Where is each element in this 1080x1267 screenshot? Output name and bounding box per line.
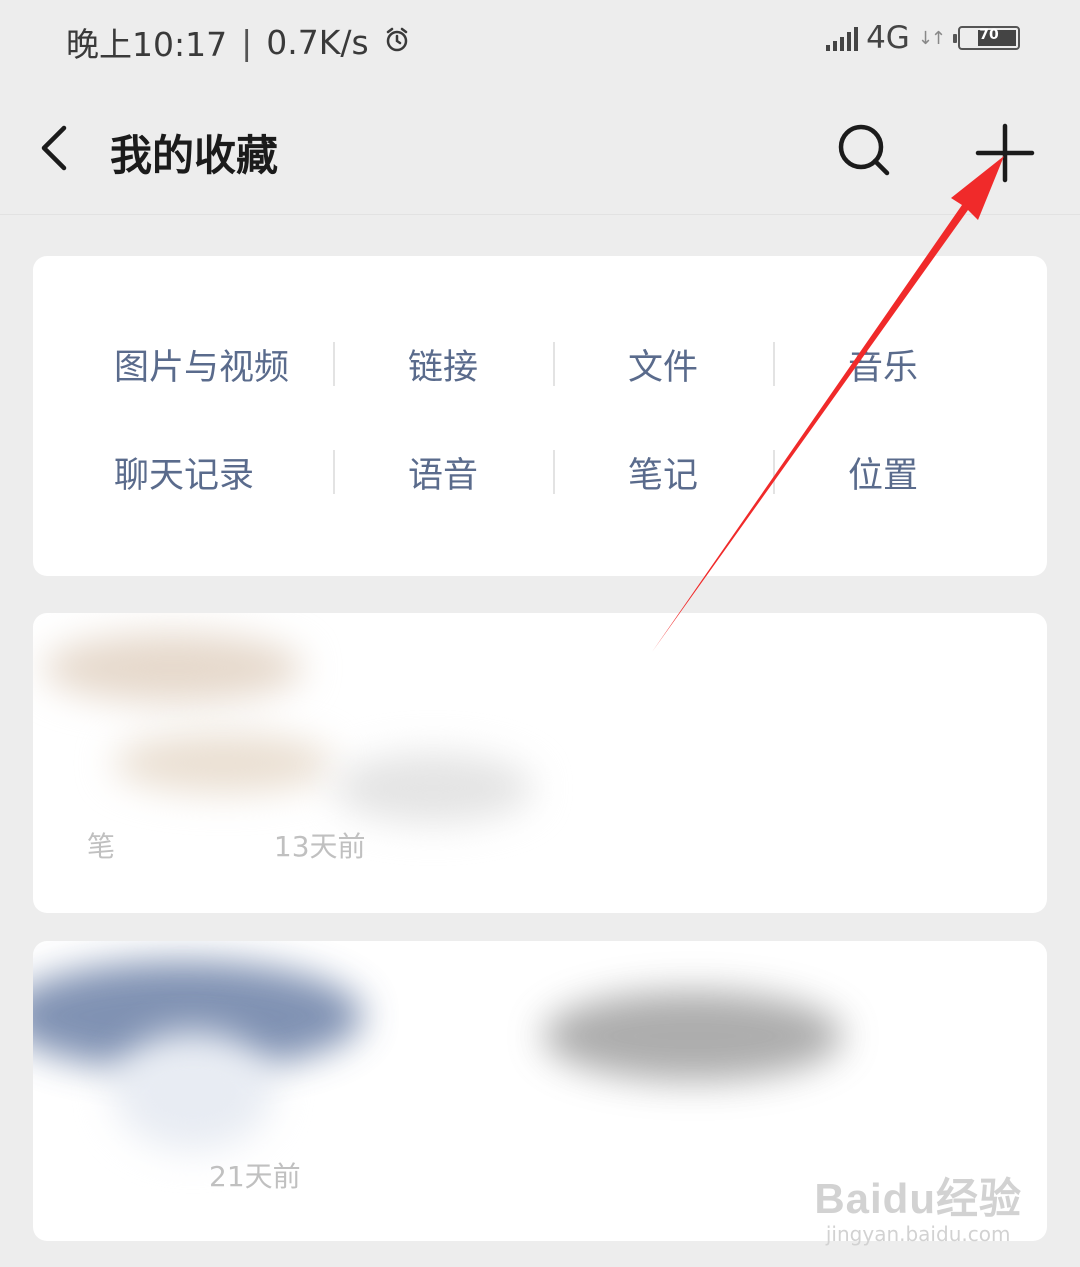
top-nav-bar: 我的收藏 [0,82,1080,215]
category-notes[interactable]: 笔记 [553,442,773,502]
item-time: 13天前 [273,830,366,863]
alarm-clock-icon [383,23,411,62]
battery-icon: 70 [953,26,1020,50]
blurred-content [333,753,533,823]
data-transfer-icon: ↓↑ [917,27,946,49]
search-button[interactable] [834,120,894,180]
back-button[interactable] [30,118,80,178]
baidu-jingyan-watermark: Baidu经验 jingyan.baidu.com [814,1165,1022,1246]
category-music[interactable]: 音乐 [773,334,993,394]
category-files[interactable]: 文件 [553,334,773,394]
category-chat-history[interactable]: 聊天记录 [66,442,366,502]
status-net-speed: 0.7K/s [266,22,369,62]
network-type: 4G [866,20,910,56]
blurred-content [113,733,333,793]
item-time: 21天前 [209,1160,301,1193]
add-button[interactable] [972,120,1038,186]
signal-strength-icon [826,25,859,51]
category-images-videos[interactable]: 图片与视频 [66,334,366,394]
plus-icon [975,123,1035,183]
category-filter-card: 图片与视频 链接 文件 音乐 聊天记录 语音 笔记 位置 [33,256,1047,576]
blurred-content [43,633,303,703]
page-title: 我的收藏 [110,131,279,180]
category-voice[interactable]: 语音 [333,442,553,502]
category-links[interactable]: 链接 [333,334,553,394]
watermark-url: jingyan.baidu.com [825,1222,1011,1246]
favorite-item[interactable]: 笔 13天前 [33,613,1047,913]
status-separator: | [241,22,253,62]
status-time: 晚上10:17 [66,25,228,64]
search-icon [838,124,890,176]
blurred-content [543,991,843,1081]
item-source: 笔 [87,830,116,863]
status-bar: 晚上10:17 | 0.7K/s 4G ↓↑ 70 [0,0,1080,82]
category-location[interactable]: 位置 [773,442,993,502]
blurred-content [113,1031,273,1151]
chevron-left-icon [41,125,67,171]
watermark-logo: Baidu经验 [814,1175,1022,1222]
battery-level: 70 [979,27,999,43]
